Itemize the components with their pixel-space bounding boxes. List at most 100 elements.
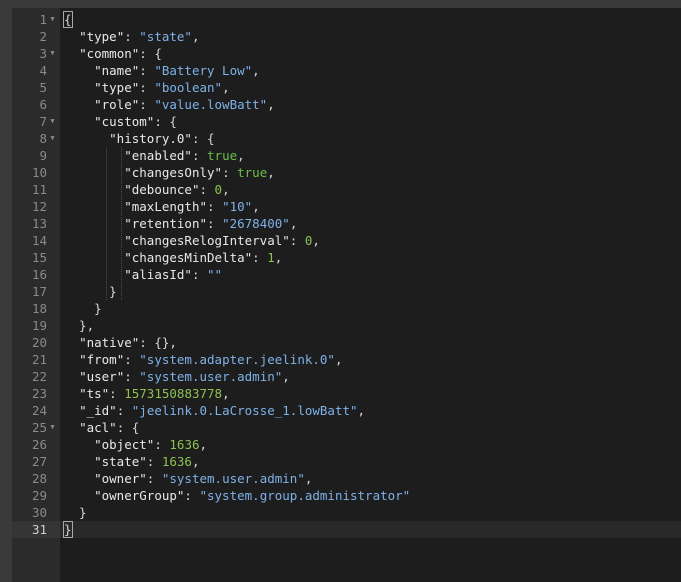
code-token: "enabled": [124, 148, 192, 163]
code-line[interactable]: }: [60, 504, 681, 521]
code-line-text: "_id": "jeelink.0.LaCrosse_1.lowBatt",: [64, 402, 365, 419]
code-line[interactable]: "from": "system.adapter.jeelink.0",: [60, 351, 681, 368]
code-token: 1573150883778: [124, 386, 223, 401]
code-line[interactable]: "type": "boolean",: [60, 79, 681, 96]
code-token: "retention": [124, 216, 208, 231]
code-token: "object": [94, 437, 155, 452]
code-line[interactable]: "user": "system.user.admin",: [60, 368, 681, 385]
code-line[interactable]: "debounce": 0,: [60, 181, 681, 198]
line-number-row: 22: [12, 368, 60, 385]
fold-toggle-icon[interactable]: ▼: [48, 45, 57, 62]
line-number-row: 7 ▼: [12, 113, 60, 130]
code-line[interactable]: "object": 1636,: [60, 436, 681, 453]
line-number: 19: [31, 318, 47, 333]
code-area[interactable]: { "type": "state", "common": { "name": "…: [60, 8, 681, 582]
line-number: 29: [31, 488, 47, 503]
code-line[interactable]: "changesMinDelta": 1,: [60, 249, 681, 266]
code-line[interactable]: "changesRelogInterval": 0,: [60, 232, 681, 249]
line-number-row: 11: [12, 181, 60, 198]
code-token: true: [237, 165, 268, 180]
line-number-row: 19: [12, 317, 60, 334]
line-number: 5: [39, 80, 47, 95]
line-number-row: 23: [12, 385, 60, 402]
code-line[interactable]: "role": "value.lowBatt",: [60, 96, 681, 113]
text-cursor: [71, 523, 73, 538]
code-token: "acl": [79, 420, 117, 435]
code-line[interactable]: "acl": {: [60, 419, 681, 436]
fold-toggle-icon[interactable]: ▼: [48, 419, 57, 436]
code-token: :: [191, 267, 208, 282]
code-token: "system.user.admin": [161, 471, 305, 486]
code-line[interactable]: "type": "state",: [60, 28, 681, 45]
fold-toggle-icon[interactable]: ▼: [48, 11, 57, 28]
code-token: :: [199, 182, 215, 197]
code-line[interactable]: {: [60, 11, 681, 28]
code-line-text: "native": {},: [64, 334, 177, 351]
code-token: :: [252, 250, 268, 265]
code-line-text: "maxLength": "10",: [64, 198, 260, 215]
code-line[interactable]: "ownerGroup": "system.group.administrato…: [60, 487, 681, 504]
code-line-text: "ts": 1573150883778,: [64, 385, 230, 402]
code-line[interactable]: "_id": "jeelink.0.LaCrosse_1.lowBatt",: [60, 402, 681, 419]
line-number: 11: [31, 182, 47, 197]
code-line[interactable]: "owner": "system.user.admin",: [60, 470, 681, 487]
fold-toggle-icon[interactable]: ▼: [48, 113, 57, 130]
code-token: "changesMinDelta": [124, 250, 253, 265]
code-token: :: [184, 488, 200, 503]
code-line[interactable]: }: [60, 300, 681, 317]
code-token: :: [124, 352, 140, 367]
code-token: "jeelink.0.LaCrosse_1.lowBatt": [131, 403, 358, 418]
code-line[interactable]: "common": {: [60, 45, 681, 62]
code-token: :: [222, 165, 238, 180]
code-line[interactable]: "name": "Battery Low",: [60, 62, 681, 79]
code-token: "changesOnly": [124, 165, 223, 180]
code-token: ,: [222, 182, 230, 197]
code-token: :: [146, 454, 162, 469]
code-token: "ownerGroup": [94, 488, 185, 503]
line-number: 2: [39, 29, 47, 44]
code-token: "state": [139, 29, 192, 44]
code-token: "maxLength": [124, 199, 208, 214]
fold-toggle-icon[interactable]: ▼: [48, 130, 57, 147]
code-line-text: {: [63, 11, 73, 28]
json-code-editor[interactable]: 1 ▼ 2 3 ▼ 4 5 6 7 ▼ 8 ▼ 9 10 11 12 13 14 15 16 17 18 19 20 21 22 2…: [12, 8, 681, 582]
code-line[interactable]: "state": 1636,: [60, 453, 681, 470]
code-token: :: [289, 233, 305, 248]
code-token: ,: [237, 148, 245, 163]
code-line[interactable]: "native": {},: [60, 334, 681, 351]
line-number-row: 8 ▼: [12, 130, 60, 147]
code-line[interactable]: }: [60, 521, 681, 538]
code-token: "system.group.administrator": [199, 488, 411, 503]
code-line[interactable]: "enabled": true,: [60, 147, 681, 164]
code-token: : {: [139, 46, 162, 61]
code-line[interactable]: "custom": {: [60, 113, 681, 130]
line-number: 8: [39, 131, 47, 146]
code-token: ,: [289, 216, 298, 231]
code-token: ,: [191, 454, 200, 469]
code-line[interactable]: }: [60, 283, 681, 300]
code-line[interactable]: "history.0": {: [60, 130, 681, 147]
code-line[interactable]: "ts": 1573150883778,: [60, 385, 681, 402]
code-line[interactable]: "retention": "2678400",: [60, 215, 681, 232]
code-line[interactable]: },: [60, 317, 681, 334]
code-token: "changesRelogInterval": [124, 233, 290, 248]
line-number-row: 4: [12, 62, 60, 79]
code-line-text: "type": "boolean",: [64, 79, 229, 96]
line-number-row: 28: [12, 470, 60, 487]
code-line[interactable]: "aliasId": "": [60, 266, 681, 283]
code-line[interactable]: "changesOnly": true,: [60, 164, 681, 181]
code-line[interactable]: "maxLength": "10",: [60, 198, 681, 215]
code-line-text: "from": "system.adapter.jeelink.0",: [64, 351, 342, 368]
code-token: ,: [252, 199, 260, 214]
code-token: }: [64, 284, 117, 299]
code-line-text: }: [63, 521, 73, 538]
code-token: : {},: [139, 335, 177, 350]
